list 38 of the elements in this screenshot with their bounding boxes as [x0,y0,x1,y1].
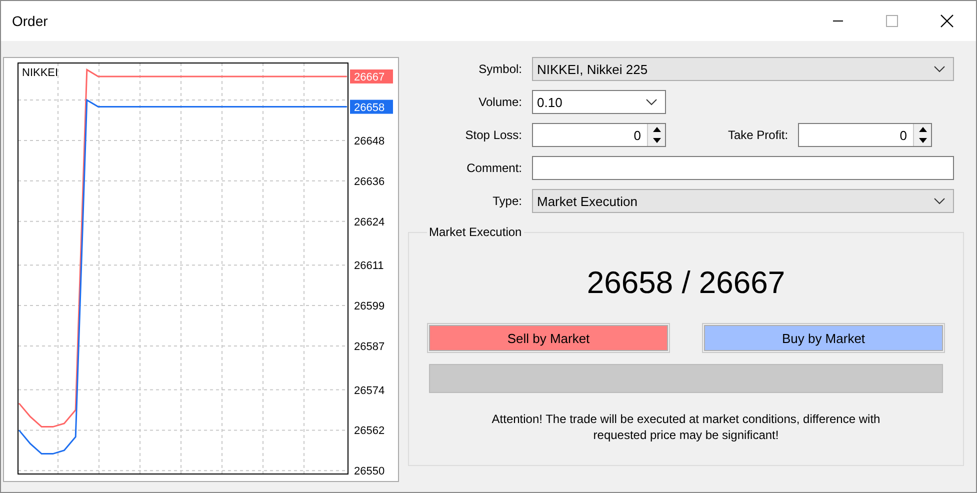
axis-label: 26636 [354,176,385,188]
field-label: Stop Loss: [464,128,522,142]
field-label: Take Profit: [728,128,788,142]
close-icon[interactable] [940,14,954,28]
symbol-label: NIKKEI [22,67,58,79]
axis-label: 26624 [354,216,385,228]
volume-dropdown[interactable]: 0.10 [532,90,666,114]
field-label: Volume: [478,95,522,109]
type-dropdown[interactable]: Market Execution [532,189,954,213]
chevron-down-icon [934,66,945,72]
group-title: Market Execution [428,225,523,239]
spin-down-icon[interactable] [918,138,927,143]
field-label: Comment: [466,161,522,175]
spin-up-icon[interactable] [918,127,927,132]
window-title: Order [12,13,48,29]
spin-down-icon[interactable] [652,138,660,143]
price-tag: 26658 [350,100,393,114]
spin-up-icon[interactable] [652,127,660,132]
axis-label: 26599 [354,300,385,313]
take-profit-field[interactable]: 0 [798,123,932,147]
stop-loss-field[interactable]: 0 [532,123,666,147]
price-tag: 26667 [350,69,393,84]
axis-label: 26611 [354,260,384,272]
axis-label: 26550 [354,466,385,478]
axis-label: 26562 [354,425,385,438]
buy-button[interactable]: Buy by Market [704,325,943,351]
axis-label: 26648 [354,135,385,148]
axis-label: 26587 [354,340,385,353]
field-label: Symbol: [478,62,522,76]
field-label: Type: [492,194,522,208]
chevron-down-icon [646,98,657,106]
sell-button[interactable]: Sell by Market [429,325,668,351]
comment-field[interactable] [532,156,954,180]
symbol-dropdown[interactable]: NIKKEI, Nikkei 225 [532,57,954,81]
chevron-down-icon [934,198,945,204]
price-quote: 26658 / 26667 [586,265,786,301]
notice-text: Attention! The trade will be executed at market conditions, difference with requested price may be significant! [490,411,882,443]
axis-label: 26574 [354,384,385,397]
